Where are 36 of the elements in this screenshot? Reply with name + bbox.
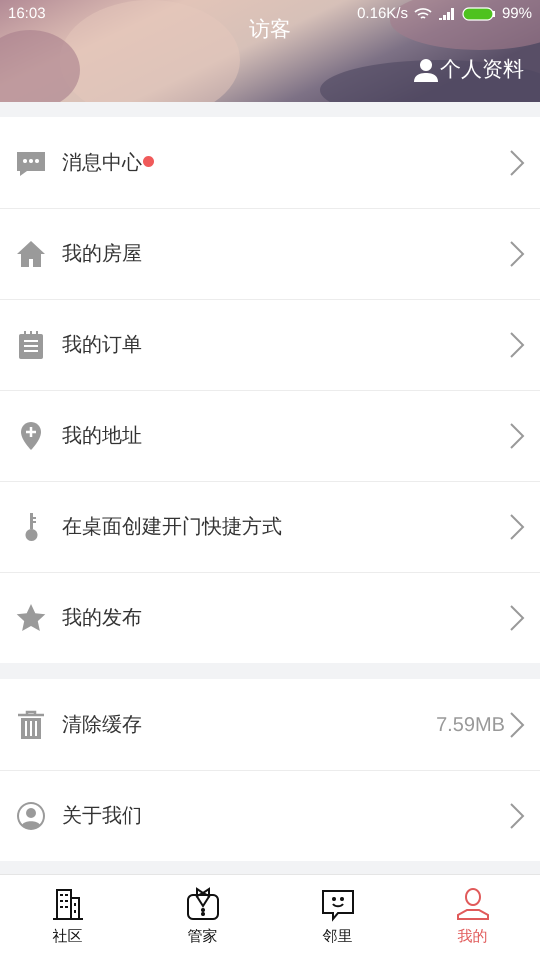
menu-label: 我的发布 bbox=[62, 606, 142, 631]
trash-icon bbox=[15, 708, 47, 740]
chevron-right-icon bbox=[509, 802, 525, 830]
person-icon bbox=[15, 800, 47, 832]
tab[interactable]: 邻里 bbox=[270, 875, 405, 960]
chevron-right-icon bbox=[509, 331, 525, 359]
menu-label: 我的房屋 bbox=[62, 242, 142, 267]
network-speed: 0.16K/s bbox=[357, 4, 408, 24]
wifi-icon bbox=[414, 7, 432, 21]
menu-label: 清除缓存 bbox=[62, 712, 142, 738]
chevron-right-icon bbox=[509, 240, 525, 268]
person-icon bbox=[454, 886, 490, 922]
star-icon bbox=[15, 602, 47, 634]
person-icon bbox=[414, 58, 438, 82]
chevron-right-icon bbox=[509, 513, 525, 541]
menu-label: 我的订单 bbox=[62, 333, 142, 358]
battery-icon bbox=[462, 7, 496, 21]
status-time: 16:03 bbox=[8, 4, 46, 24]
chevron-right-icon bbox=[509, 148, 525, 176]
signal-icon bbox=[438, 8, 456, 20]
menu-label: 消息中心 bbox=[62, 150, 142, 176]
tab[interactable]: 社区 bbox=[0, 875, 135, 960]
battery-level: 99% bbox=[502, 4, 532, 24]
chevron-right-icon bbox=[509, 604, 525, 632]
menu-label: 我的地址 bbox=[62, 424, 142, 449]
chevron-right-icon bbox=[509, 710, 525, 738]
page-title: 访客 bbox=[249, 17, 291, 43]
chevron-right-icon bbox=[509, 422, 525, 450]
tab[interactable]: 管家 bbox=[135, 875, 270, 960]
menu-label: 在桌面创建开门快捷方式 bbox=[62, 515, 282, 540]
house-icon bbox=[15, 238, 47, 270]
bow-tie-icon bbox=[184, 886, 220, 922]
profile-link[interactable]: 个人资料 bbox=[414, 54, 524, 86]
menu-label: 关于我们 bbox=[62, 804, 142, 829]
cache-size: 7.59MB bbox=[436, 712, 505, 738]
tab[interactable]: 我的 bbox=[405, 875, 540, 960]
